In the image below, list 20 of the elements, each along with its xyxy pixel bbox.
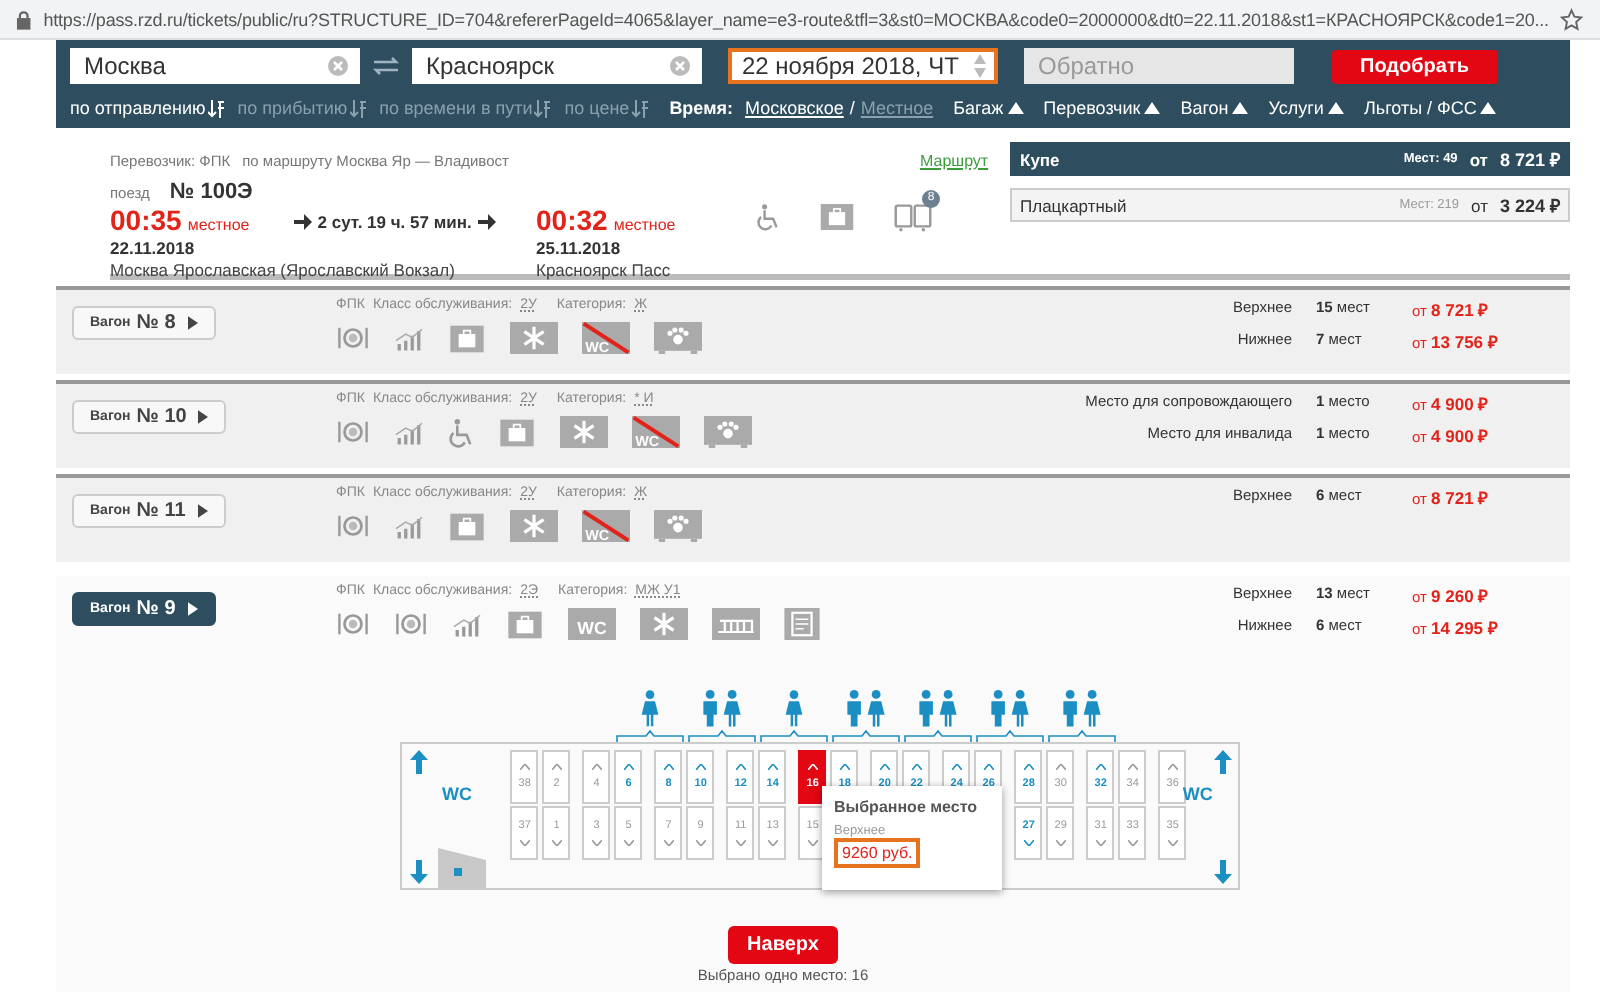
arrival-station: Красноярск Пасс (536, 258, 673, 282)
duration-text: 2 сут. 19 ч. 57 мин. (317, 212, 472, 232)
seat-price: 9260 руб. (834, 838, 921, 868)
arrival-time: 00:32 (536, 204, 608, 236)
no-toilet-icon: WC (582, 510, 630, 542)
no-toilet-icon: WC (582, 322, 630, 354)
toilet-label: WC (442, 784, 472, 804)
toilet-label: WC (1182, 784, 1213, 804)
popup-title: Выбранное место (834, 798, 980, 816)
time-zone-text: местное (187, 216, 250, 234)
no-toilet-icon: WC (632, 416, 680, 448)
departure-date: 22.11.2018 (110, 238, 197, 258)
toilet-icon: WC (568, 608, 616, 640)
time-zone-text: местное (613, 216, 676, 234)
train-number: № 100Э (169, 180, 253, 204)
arrival-date: 25.11.2018 (536, 238, 623, 258)
departure-time: 00:35 (110, 204, 182, 236)
departure-station: Москва Ярославская (Ярославский Вокзал) (110, 258, 457, 282)
separator-text: / (849, 98, 855, 118)
time-label: Время: (669, 98, 733, 118)
